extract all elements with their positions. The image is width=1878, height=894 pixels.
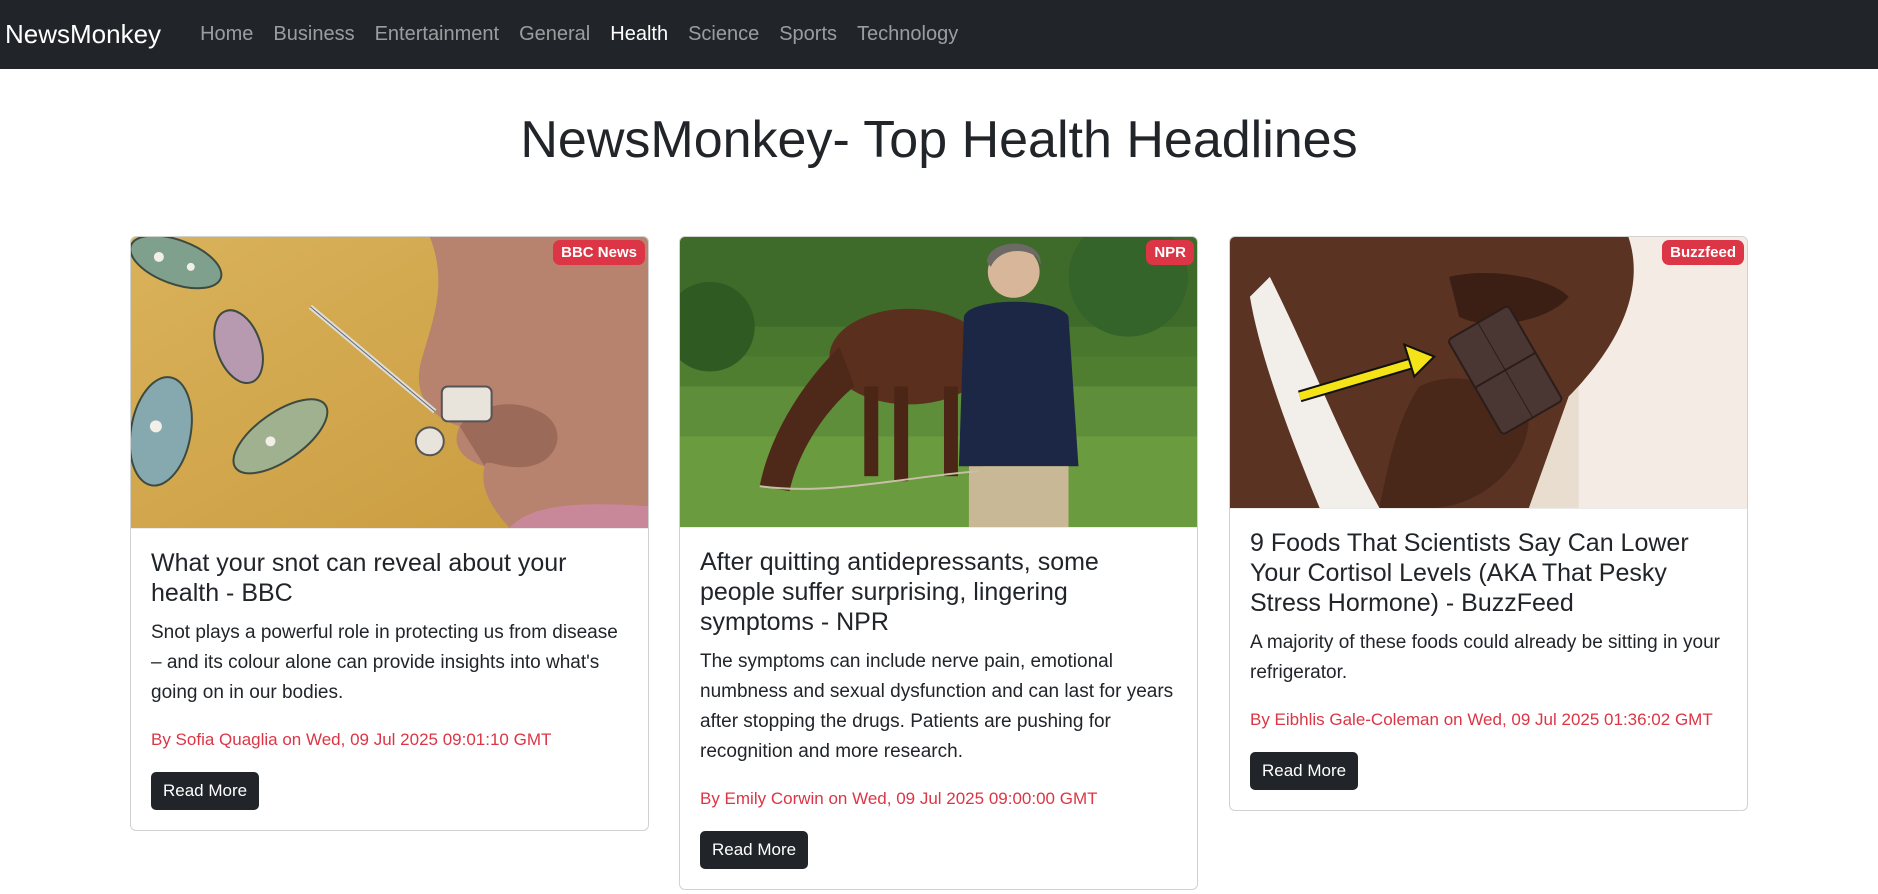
- article-description: The symptoms can include nerve pain, emo…: [700, 651, 1174, 762]
- article-description: Snot plays a powerful role in protecting…: [151, 622, 618, 703]
- nav-item-sports[interactable]: Sports: [769, 23, 847, 45]
- news-card-npr: NPR After quitting antidepressants, some…: [679, 236, 1198, 890]
- nose-illustration-image[interactable]: BBC News: [131, 237, 648, 529]
- nav-item-general[interactable]: General: [509, 23, 600, 45]
- news-card-bbc: BBC News What your snot can reveal about…: [130, 236, 649, 831]
- nav-item-entertainment[interactable]: Entertainment: [365, 23, 510, 45]
- nav-item-home[interactable]: Home: [190, 23, 263, 45]
- read-more-button[interactable]: Read More: [700, 831, 809, 869]
- article-byline: By Sofia Quaglia on Wed, 09 Jul 2025 09:…: [151, 730, 552, 749]
- read-more-button[interactable]: Read More: [1250, 752, 1359, 790]
- article-byline: By Eibhlis Gale-Coleman on Wed, 09 Jul 2…: [1250, 710, 1713, 729]
- woman-eating-chocolate-photo[interactable]: Buzzfeed: [1230, 237, 1747, 509]
- card-body: What your snot can reveal about your hea…: [131, 529, 648, 830]
- nav-item-business[interactable]: Business: [263, 23, 364, 45]
- nav-menu: Home Business Entertainment General Heal…: [190, 23, 968, 46]
- woman-eating-chocolate-graphic: [1230, 237, 1747, 508]
- nav-item-science[interactable]: Science: [678, 23, 769, 45]
- woman-with-horse-graphic: [680, 237, 1197, 527]
- source-badge: BBC News: [553, 240, 645, 265]
- news-card-buzzfeed: Buzzfeed 9 Foods That Scientists Say Can…: [1229, 236, 1748, 811]
- source-badge: NPR: [1146, 240, 1194, 265]
- article-title: 9 Foods That Scientists Say Can Lower Yo…: [1250, 529, 1689, 617]
- page-title: NewsMonkey- Top Health Headlines: [520, 111, 1358, 169]
- article-description: A majority of these foods could already …: [1250, 632, 1720, 683]
- nav-item-technology[interactable]: Technology: [847, 23, 968, 45]
- woman-with-horse-photo[interactable]: NPR: [680, 237, 1197, 528]
- card-body: After quitting antidepressants, some peo…: [680, 528, 1197, 889]
- article-title: After quitting antidepressants, some peo…: [700, 548, 1099, 636]
- read-more-button[interactable]: Read More: [151, 772, 260, 810]
- brand-logo-link[interactable]: NewsMonkey: [5, 19, 161, 50]
- source-badge: Buzzfeed: [1662, 240, 1744, 265]
- article-title: What your snot can reveal about your hea…: [151, 549, 567, 607]
- nose-illustration-graphic: [131, 237, 648, 528]
- nav-item-health[interactable]: Health: [600, 23, 678, 45]
- article-byline: By Emily Corwin on Wed, 09 Jul 2025 09:0…: [700, 789, 1098, 808]
- top-navbar: NewsMonkey Home Business Entertainment G…: [0, 0, 1878, 69]
- card-body: 9 Foods That Scientists Say Can Lower Yo…: [1230, 509, 1747, 810]
